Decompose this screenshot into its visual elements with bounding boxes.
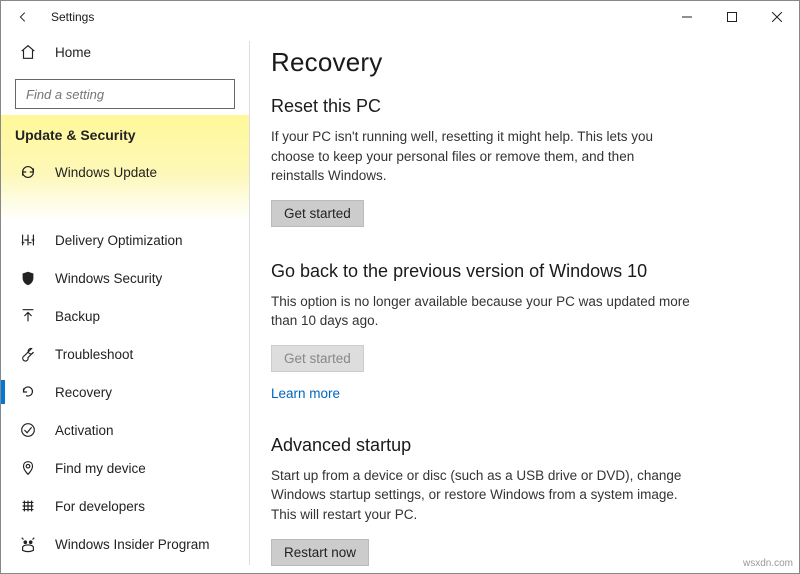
reset-pc-section: Reset this PC If your PC isn't running w… xyxy=(271,96,759,227)
title-bar: Settings xyxy=(1,1,799,33)
check-circle-icon xyxy=(19,421,37,439)
restart-now-button[interactable]: Restart now xyxy=(271,539,369,566)
sidebar-item-label: Windows Update xyxy=(55,165,157,180)
window-title: Settings xyxy=(51,10,94,24)
reset-get-started-button[interactable]: Get started xyxy=(271,200,364,227)
wrench-icon xyxy=(19,345,37,363)
minimize-button[interactable] xyxy=(664,1,709,33)
sidebar-item-for-developers[interactable]: For developers xyxy=(1,487,249,525)
sidebar-item-label: Activation xyxy=(55,423,114,438)
learn-more-link[interactable]: Learn more xyxy=(271,386,340,401)
section-heading: Go back to the previous version of Windo… xyxy=(271,261,759,282)
home-icon xyxy=(19,43,37,61)
developers-icon xyxy=(19,497,37,515)
sidebar-item-windows-update[interactable]: Windows Update xyxy=(1,153,249,191)
sidebar-item-delivery-optimization[interactable]: Delivery Optimization xyxy=(1,221,249,259)
search-field[interactable] xyxy=(24,86,226,103)
pane-divider xyxy=(249,41,250,565)
sidebar-category: Update & Security xyxy=(1,115,249,153)
sidebar-item-home[interactable]: Home xyxy=(1,33,249,71)
section-description: If your PC isn't running well, resetting… xyxy=(271,127,691,186)
sidebar-item-label: Troubleshoot xyxy=(55,347,133,362)
sidebar-item-label: Recovery xyxy=(55,385,112,400)
advanced-startup-section: Advanced startup Start up from a device … xyxy=(271,435,759,566)
page-title: Recovery xyxy=(271,47,759,78)
location-icon xyxy=(19,459,37,477)
shield-icon xyxy=(19,269,37,287)
sidebar-item-troubleshoot[interactable]: Troubleshoot xyxy=(1,335,249,373)
sidebar-item-label: Windows Insider Program xyxy=(55,537,210,552)
watermark: wsxdn.com xyxy=(743,558,793,569)
sidebar-item-label: Find my device xyxy=(55,461,146,476)
sync-icon xyxy=(19,163,37,181)
backup-icon xyxy=(19,307,37,325)
section-heading: Reset this PC xyxy=(271,96,759,117)
sidebar-item-label: Windows Security xyxy=(55,271,162,286)
sidebar: Home Update & Security Windows Update xyxy=(1,33,249,573)
sidebar-item-recovery[interactable]: Recovery xyxy=(1,373,249,411)
search-input[interactable] xyxy=(15,79,235,109)
delivery-icon xyxy=(19,231,37,249)
sidebar-item-label: Home xyxy=(55,45,91,60)
section-description: This option is no longer available becau… xyxy=(271,292,691,331)
section-description: Start up from a device or disc (such as … xyxy=(271,466,691,525)
sidebar-item-label: Delivery Optimization xyxy=(55,233,183,248)
sidebar-item-label: For developers xyxy=(55,499,145,514)
sidebar-item-windows-security[interactable]: Windows Security xyxy=(1,259,249,297)
go-back-section: Go back to the previous version of Windo… xyxy=(271,261,759,401)
maximize-button[interactable] xyxy=(709,1,754,33)
goback-get-started-button: Get started xyxy=(271,345,364,372)
sidebar-item-backup[interactable]: Backup xyxy=(1,297,249,335)
insider-icon xyxy=(19,535,37,553)
content-area: Recovery Reset this PC If your PC isn't … xyxy=(249,33,799,573)
section-heading: Advanced startup xyxy=(271,435,759,456)
sidebar-item-label: Backup xyxy=(55,309,100,324)
sidebar-item-activation[interactable]: Activation xyxy=(1,411,249,449)
highlighted-section: Update & Security Windows Update xyxy=(1,115,249,221)
close-button[interactable] xyxy=(754,1,799,33)
sidebar-item-find-my-device[interactable]: Find my device xyxy=(1,449,249,487)
sidebar-item-insider-program[interactable]: Windows Insider Program xyxy=(1,525,249,563)
recovery-icon xyxy=(19,383,37,401)
back-button[interactable] xyxy=(7,1,39,33)
window-controls xyxy=(664,1,799,33)
